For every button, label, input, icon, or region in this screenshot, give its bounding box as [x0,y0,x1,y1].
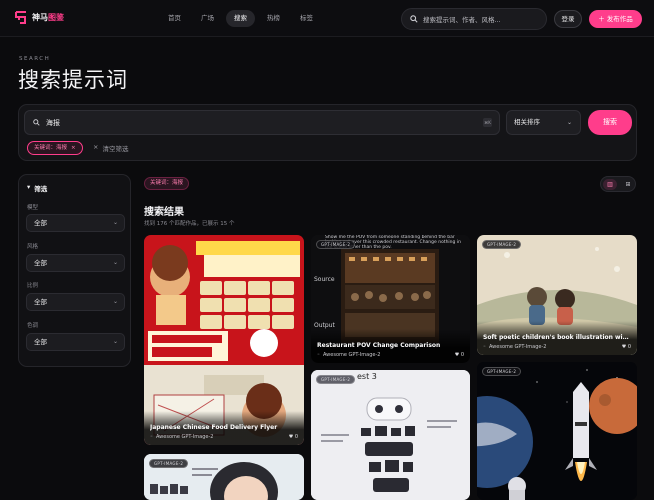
filter-title: ▾ 筛选 [27,183,47,193]
result-card[interactable]: est 3 GPT-IMAGE-2 [311,370,470,500]
triangle-down-icon: ▾ [27,183,31,191]
filter-label-ratio: 比例 [27,283,39,289]
main-nav: 首页 广场 搜索 热榜 标签 [160,10,321,27]
model-badge: GPT-IMAGE-2 [482,367,522,376]
model-badge: GPT-IMAGE-2 [482,240,522,249]
result-card[interactable]: Show me the POV from someone standing be… [311,235,470,363]
avatar-icon: ◦ [317,352,320,358]
results-keyword-chip[interactable]: 关键词：海报 [144,177,190,190]
brand-logo[interactable]: 神马图鉴 [14,10,64,25]
nav-trending[interactable]: 热榜 [259,10,288,27]
card-author: ◦ Awesome GPT-Image-2 [317,352,381,358]
brand-name: 神马图鉴 [32,13,64,22]
filter-sidebar: ▾ 筛选 模型 全部 ⌄ 风格 全部 ⌄ 比例 全部 ⌄ 色调 全部 ⌄ [18,174,131,367]
clear-filter-label: 清空筛选 [102,145,129,153]
search-icon [410,15,418,23]
result-card[interactable]: GPT-IMAGE-2 Soft poetic children's book … [477,235,637,355]
nav-home[interactable]: 首页 [160,10,189,27]
filter-label-model: 模型 [27,205,39,211]
search-input-value: 海报 [46,118,60,127]
filter-select-tone[interactable]: 全部 ⌄ [26,333,125,351]
search-button[interactable]: 搜索 [588,110,632,135]
card-caption: Restaurant POV Change Comparison ◦ Awesom… [311,329,470,363]
chevron-down-icon: ⌄ [112,219,118,226]
filter-select-value: 全部 [34,298,47,306]
chevron-down-icon: ⌄ [112,338,118,345]
chevron-down-icon: ⌄ [566,119,572,126]
card-caption: Japanese Chinese Food Delivery Flyer ◦ Aw… [144,411,304,445]
filter-label-tone: 色调 [27,323,39,329]
results-count: 找到 176 个匹配作品，已展示 15 个 [144,221,235,227]
results-title: 搜索结果 [144,207,184,218]
result-card[interactable]: GPT-IMAGE-2 [144,454,304,500]
card-author: ◦ Awesome GPT-Image-2 [150,434,214,440]
nav-search[interactable]: 搜索 [226,10,255,27]
card-title: Soft poetic children's book illustration… [483,334,631,341]
publish-button[interactable]: ＋ 发布作品 [589,10,642,28]
avatar-icon: ◦ [483,344,486,350]
chevron-down-icon: ⌄ [112,259,118,266]
search-icon [33,119,40,126]
top-bar: 神马图鉴 首页 广场 搜索 热榜 标签 搜索提示词、作者、风格... 登录 ＋ … [0,0,654,37]
logo-icon [14,10,28,25]
close-icon[interactable]: × [71,142,76,154]
nav-plaza[interactable]: 广场 [193,10,222,27]
avatar-icon: ◦ [150,434,153,440]
grid-view-icon[interactable]: ⊞ [621,179,635,190]
like-count[interactable]: ♥ 0 [455,352,464,358]
page-title: 搜索提示词 [18,68,128,92]
filter-title-label: 筛选 [34,185,48,193]
result-card[interactable]: Japanese Chinese Food Delivery Flyer ◦ Aw… [144,235,304,445]
card-title: Japanese Chinese Food Delivery Flyer [150,424,278,431]
nav-tags[interactable]: 标签 [292,10,321,27]
filter-select-ratio[interactable]: 全部 ⌄ [26,293,125,311]
search-input[interactable]: 海报 ⌘K [24,110,500,135]
like-count[interactable]: ♥ 0 [622,344,631,350]
page-eyebrow: SEARCH [19,56,51,62]
keyword-chip-label: 关键词：海报 [34,145,68,151]
filter-select-value: 全部 [34,338,47,346]
chevron-down-icon: ⌄ [112,298,118,305]
filter-select-value: 全部 [34,259,47,267]
like-count[interactable]: ♥ 0 [289,434,298,440]
search-panel: 海报 ⌘K 相关排序 ⌄ 搜索 关键词：海报 × × 清空筛选 [18,104,637,161]
publish-label: 发布作品 [606,15,633,23]
model-badge: GPT-IMAGE-2 [149,459,189,468]
card-thumbnail [477,362,637,500]
model-badge: GPT-IMAGE-2 [316,375,356,384]
card-author: ◦ Awesome GPT-Image-2 [483,344,547,350]
shortcut-hint: ⌘K [483,118,492,127]
model-badge: GPT-IMAGE-2 [316,240,356,249]
plus-icon: ＋ [598,15,607,23]
keyword-filter-chip[interactable]: 关键词：海报 × [27,141,83,155]
overlay-source: Source [314,276,335,283]
card-caption: Soft poetic children's book illustration… [477,321,637,355]
filter-select-style[interactable]: 全部 ⌄ [26,254,125,272]
login-button[interactable]: 登录 [554,10,582,28]
top-search-input[interactable]: 搜索提示词、作者、风格... [401,8,547,30]
sort-select-value: 相关排序 [514,118,540,126]
view-toggle: ▥ ⊞ [600,176,636,192]
sort-select[interactable]: 相关排序 ⌄ [506,110,581,135]
filter-select-value: 全部 [34,219,47,227]
filter-label-style: 风格 [27,244,39,250]
overlay-heading: est 3 [357,372,377,381]
filter-select-model[interactable]: 全部 ⌄ [26,214,125,232]
close-icon: × [93,143,99,151]
clear-filter-button[interactable]: × 清空筛选 [93,143,128,153]
masonry-view-icon[interactable]: ▥ [603,179,617,190]
card-thumbnail [311,370,470,500]
top-search-placeholder: 搜索提示词、作者、风格... [423,16,501,24]
result-card[interactable]: GPT-IMAGE-2 [477,362,637,500]
card-title: Restaurant POV Change Comparison [317,342,441,349]
overlay-output: Output [314,322,335,329]
